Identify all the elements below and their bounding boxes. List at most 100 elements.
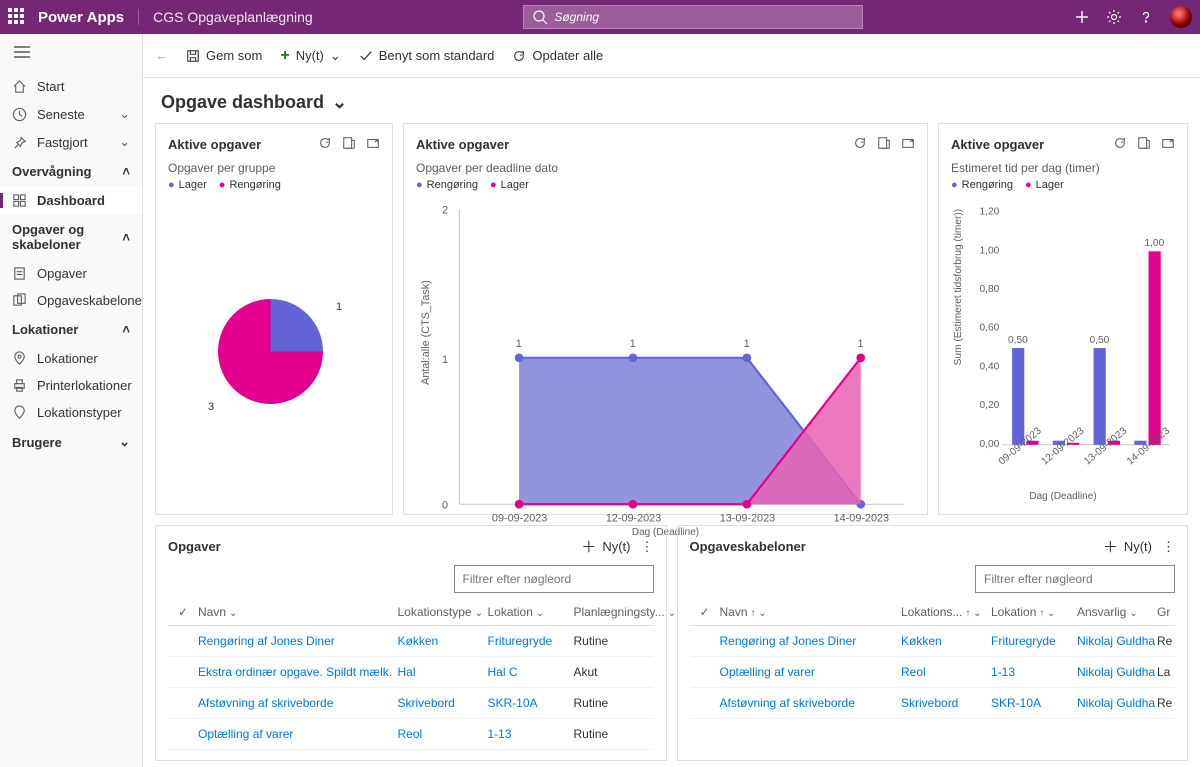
- row-loctype[interactable]: Køkken: [901, 634, 991, 648]
- col-gruppe[interactable]: Gr: [1157, 605, 1175, 619]
- row-name[interactable]: Rengøring af Jones Diner: [198, 634, 398, 648]
- col-loctype[interactable]: Lokations...↑ ⌄: [901, 605, 991, 619]
- row-loctype[interactable]: Reol: [901, 665, 991, 679]
- new-button[interactable]: ＋Ny(t): [1103, 536, 1152, 557]
- col-loctype[interactable]: Lokationstype⌄: [398, 605, 488, 619]
- nav-group-users[interactable]: Brugere ⌄: [0, 426, 142, 458]
- row-name[interactable]: Rengøring af Jones Diner: [720, 634, 902, 648]
- nav-group-tasks[interactable]: Opgaver og skabeloner ˄: [0, 214, 142, 260]
- save-as-button[interactable]: Gem som: [186, 48, 262, 63]
- legend-item: Rengøring: [951, 179, 1013, 191]
- row-name[interactable]: Afstøvning af skriveborde: [720, 696, 902, 710]
- row-loctype[interactable]: Skrivebord: [398, 696, 488, 710]
- nav-recent[interactable]: Seneste ⌄: [0, 100, 142, 128]
- view-records-icon[interactable]: [877, 136, 891, 153]
- nav-start[interactable]: Start: [0, 73, 142, 100]
- nav-group-locations[interactable]: Lokationer ˄: [0, 314, 142, 345]
- table-row[interactable]: Rengøring af Jones DinerKøkkenFrituregry…: [168, 626, 654, 657]
- row-loctype[interactable]: Køkken: [398, 634, 488, 648]
- avatar[interactable]: [1170, 6, 1192, 28]
- command-bar: ← Gem som + Ny(t) ⌄ Benyt som standard O…: [143, 34, 1200, 78]
- view-records-icon[interactable]: [342, 136, 356, 153]
- row-location[interactable]: 1-13: [991, 665, 1077, 679]
- col-plan[interactable]: Planlægningsty...⌄: [574, 605, 654, 619]
- gear-icon[interactable]: [1106, 9, 1122, 25]
- svg-text:13-09-2023: 13-09-2023: [1082, 425, 1129, 467]
- card-title: Aktive opgaver: [416, 137, 509, 152]
- back-button[interactable]: ←: [155, 48, 168, 63]
- table-row[interactable]: Ekstra ordinær opgave. Spildt mælk.HalHa…: [168, 657, 654, 688]
- row-ansvarlig[interactable]: Nikolaj Guldha: [1077, 634, 1157, 648]
- expand-icon[interactable]: [901, 136, 915, 153]
- col-location[interactable]: Lokation↑ ⌄: [991, 605, 1077, 619]
- chevron-down-icon: ⌄: [332, 92, 347, 113]
- select-all-checkbox[interactable]: ✓: [690, 605, 720, 619]
- search-placeholder: Søgning: [554, 10, 599, 24]
- row-loctype[interactable]: Hal: [398, 665, 488, 679]
- svg-text:12-09-2023: 12-09-2023: [1040, 425, 1087, 467]
- nav-collapse-button[interactable]: [0, 34, 142, 73]
- nav-templates[interactable]: Opgaveskabeloner: [0, 287, 142, 314]
- row-location[interactable]: Hal C: [488, 665, 574, 679]
- row-location[interactable]: SKR-10A: [488, 696, 574, 710]
- help-icon[interactable]: [1138, 9, 1154, 25]
- refresh-icon[interactable]: [1113, 136, 1127, 153]
- row-location[interactable]: Frituregryde: [488, 634, 574, 648]
- row-loctype[interactable]: Reol: [398, 727, 488, 741]
- view-records-icon[interactable]: [1137, 136, 1151, 153]
- data-label: 3: [208, 401, 214, 413]
- row-name[interactable]: Ekstra ordinær opgave. Spildt mælk.: [198, 665, 398, 679]
- svg-text:1: 1: [516, 338, 522, 350]
- app-launcher-icon[interactable]: [8, 8, 26, 26]
- svg-text:0,40: 0,40: [980, 361, 1000, 372]
- use-default-button[interactable]: Benyt som standard: [359, 48, 495, 63]
- row-location[interactable]: SKR-10A: [991, 696, 1077, 710]
- table-row[interactable]: Rengøring af Jones DinerKøkkenFrituregry…: [690, 626, 1176, 657]
- add-icon[interactable]: [1074, 9, 1090, 25]
- filter-input[interactable]: [975, 565, 1175, 593]
- nav-loctypes[interactable]: Lokationstyper: [0, 399, 142, 426]
- filter-input[interactable]: [454, 565, 654, 593]
- table-row[interactable]: Optælling af varerReol1-13Nikolaj Guldha…: [690, 657, 1176, 688]
- new-button[interactable]: ＋Ny(t): [581, 536, 630, 557]
- table-row[interactable]: Afstøvning af skrivebordeSkrivebordSKR-1…: [168, 688, 654, 719]
- nav-group-monitoring[interactable]: Overvågning ˄: [0, 156, 142, 187]
- col-name[interactable]: Navn⌄: [198, 605, 398, 619]
- nav-tasks[interactable]: Opgaver: [0, 260, 142, 287]
- row-gruppe: La: [1157, 665, 1175, 679]
- search-input[interactable]: Søgning: [523, 5, 863, 29]
- brand-label: Power Apps: [38, 9, 124, 26]
- col-name[interactable]: Navn↑ ⌄: [720, 605, 902, 619]
- nav-locations[interactable]: Lokationer: [0, 345, 142, 372]
- select-all-checkbox[interactable]: ✓: [168, 605, 198, 619]
- nav-pinned[interactable]: Fastgjort ⌄: [0, 128, 142, 156]
- row-name[interactable]: Optælling af varer: [198, 727, 398, 741]
- new-button[interactable]: + Ny(t) ⌄: [280, 47, 340, 65]
- col-ansvarlig[interactable]: Ansvarlig⌄: [1077, 605, 1157, 619]
- clock-icon: [12, 107, 27, 122]
- expand-icon[interactable]: [1161, 136, 1175, 153]
- table-row[interactable]: Optælling af varerReol1-13Rutine: [168, 719, 654, 750]
- refresh-all-button[interactable]: Opdater alle: [512, 48, 603, 63]
- row-name[interactable]: Optælling af varer: [720, 665, 902, 679]
- row-name[interactable]: Afstøvning af skriveborde: [198, 696, 398, 710]
- more-icon[interactable]: ⋮: [1162, 539, 1175, 555]
- refresh-icon[interactable]: [853, 136, 867, 153]
- area-chart[interactable]: 2 1 0: [416, 199, 915, 527]
- row-location[interactable]: Frituregryde: [991, 634, 1077, 648]
- nav-dashboard[interactable]: Dashboard: [0, 187, 142, 214]
- bar-chart[interactable]: 1,20 1,00 0,80 0,60 0,40 0,20 0,00: [951, 199, 1175, 491]
- refresh-icon[interactable]: [318, 136, 332, 153]
- row-loctype[interactable]: Skrivebord: [901, 696, 991, 710]
- more-icon[interactable]: ⋮: [641, 539, 654, 555]
- page-title[interactable]: Opgave dashboard ⌄: [143, 78, 1200, 123]
- table-row[interactable]: Afstøvning af skrivebordeSkrivebordSKR-1…: [690, 688, 1176, 719]
- row-location[interactable]: 1-13: [488, 727, 574, 741]
- pie-chart[interactable]: 1 3: [168, 199, 380, 502]
- expand-icon[interactable]: [366, 136, 380, 153]
- row-ansvarlig[interactable]: Nikolaj Guldha: [1077, 696, 1157, 710]
- nav-printerloc[interactable]: Printerlokationer: [0, 372, 142, 399]
- row-ansvarlig[interactable]: Nikolaj Guldha: [1077, 665, 1157, 679]
- app-name-label: CGS Opgaveplanlægning: [138, 9, 313, 25]
- col-location[interactable]: Lokation⌄: [488, 605, 574, 619]
